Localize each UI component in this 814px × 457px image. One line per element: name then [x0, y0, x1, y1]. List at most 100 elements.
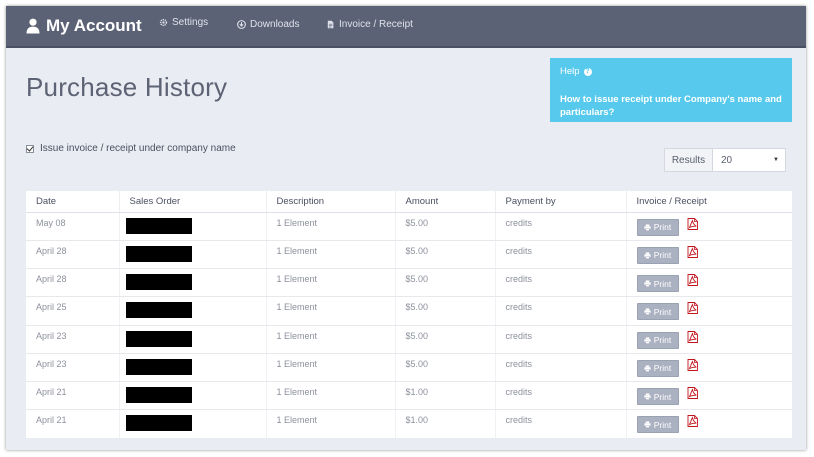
purchase-history-table: Date Sales Order Description Amount Paym… [26, 191, 792, 438]
help-box: Help ? How to issue receipt under Compan… [550, 58, 792, 122]
print-button[interactable]: Print [636, 388, 679, 405]
cell-invoice-receipt: Print [626, 381, 792, 411]
results-per-page: Results 20 ▼ [664, 148, 786, 172]
cell-date: April 28 [26, 240, 120, 270]
cell-invoice-receipt: Print [626, 268, 792, 298]
print-button[interactable]: Print [636, 275, 679, 292]
cell-sales-order [119, 296, 267, 326]
account-window: My Account Settings Downloads Invoice / … [6, 6, 806, 450]
help-link[interactable]: How to issue receipt under Company's nam… [560, 93, 782, 119]
cell-amount: $1.00 [395, 409, 496, 438]
print-button-label: Print [653, 306, 672, 317]
column-header-description: Description [266, 191, 396, 213]
pdf-icon[interactable] [687, 217, 698, 230]
help-header: Help ? [560, 66, 782, 77]
redacted-sales-order [125, 245, 192, 262]
print-icon [644, 223, 651, 231]
pdf-icon[interactable] [687, 302, 698, 315]
nav-item-invoice-receipt[interactable]: Invoice / Receipt [326, 16, 413, 32]
pdf-icon[interactable] [687, 330, 698, 343]
redacted-sales-order [125, 217, 192, 234]
cell-sales-order [119, 268, 267, 298]
cell-amount: $5.00 [395, 296, 496, 326]
cell-date: April 21 [26, 409, 120, 438]
cell-invoice-receipt: Print [626, 240, 792, 270]
pdf-icon[interactable] [687, 387, 698, 399]
print-button[interactable]: Print [636, 303, 679, 321]
print-button[interactable]: Print [636, 359, 679, 377]
print-button-label: Print [653, 419, 672, 430]
company-invoice-option: Issue invoice / receipt under company na… [26, 143, 236, 154]
redacted-sales-order [125, 415, 192, 432]
cell-description: 1 Element [266, 325, 396, 354]
cell-sales-order [119, 212, 267, 241]
table-row: May 08 1 Element $5.00 credits Print [26, 212, 792, 241]
nav-item-label: Downloads [250, 18, 300, 30]
print-button[interactable]: Print [636, 331, 679, 349]
redacted-sales-order [125, 358, 192, 375]
cell-description: 1 Element [266, 240, 396, 270]
print-button-label: Print [653, 278, 672, 289]
cell-sales-order [119, 409, 267, 438]
nav-item-downloads[interactable]: Downloads [237, 16, 299, 32]
help-title: Help [560, 66, 580, 77]
nav-item-label: Invoice / Receipt [339, 18, 413, 30]
cell-amount: $5.00 [395, 353, 496, 383]
cell-description: 1 Element [266, 268, 396, 298]
pdf-icon[interactable] [687, 358, 698, 371]
column-header-amount: Amount [395, 191, 496, 213]
cell-amount: $5.00 [395, 325, 496, 354]
brand[interactable]: My Account [26, 13, 142, 39]
print-button[interactable]: Print [636, 218, 679, 236]
print-button-label: Print [653, 250, 672, 261]
cell-payment: credits [495, 212, 627, 241]
print-icon [644, 280, 651, 287]
print-button-label: Print [653, 335, 672, 345]
pdf-icon[interactable] [687, 245, 698, 258]
cell-description: 1 Element [266, 353, 396, 383]
document-icon [327, 20, 334, 28]
print-icon [644, 308, 651, 316]
cell-description: 1 Element [266, 409, 396, 438]
results-select[interactable]: 20 ▼ [713, 149, 785, 171]
print-icon [644, 421, 651, 429]
brand-label: My Account [46, 16, 142, 35]
download-icon [237, 19, 246, 29]
print-button[interactable]: Print [636, 416, 679, 434]
cell-date: April 23 [26, 325, 120, 354]
company-invoice-label: Issue invoice / receipt under company na… [40, 143, 236, 154]
print-button-label: Print [653, 391, 672, 402]
cell-date: May 08 [26, 212, 120, 241]
print-button[interactable]: Print [636, 246, 679, 264]
cell-description: 1 Element [266, 381, 396, 411]
pdf-icon[interactable] [687, 415, 698, 428]
column-header-sales-order: Sales Order [119, 191, 267, 213]
cell-sales-order [119, 381, 267, 411]
cell-invoice-receipt: Print [626, 410, 792, 438]
caret-down-icon: ▼ [773, 157, 779, 163]
cell-sales-order [119, 325, 267, 354]
table-row: April 25 1 Element $5.00 credits Print [26, 296, 792, 326]
cell-payment: credits [495, 381, 627, 411]
column-header-payment: Payment by [495, 191, 627, 213]
cell-payment: credits [495, 296, 627, 326]
cell-date: April 23 [26, 353, 120, 383]
top-navbar: My Account Settings Downloads Invoice / … [6, 6, 806, 48]
page-title: Purchase History [26, 72, 228, 102]
cell-sales-order [119, 353, 267, 383]
cell-payment: credits [495, 268, 627, 298]
table-row: April 23 1 Element $5.00 credits Print [26, 353, 792, 383]
nav-item-settings[interactable]: Settings [159, 14, 208, 30]
table-row: April 28 1 Element $5.00 credits Print [26, 268, 792, 298]
redacted-sales-order [125, 302, 192, 319]
cell-payment: credits [495, 325, 627, 354]
cell-date: April 21 [26, 381, 120, 411]
cell-invoice-receipt: Print [626, 325, 792, 354]
cell-description: 1 Element [266, 212, 396, 241]
pdf-icon[interactable] [687, 274, 698, 286]
table-row: April 21 1 Element $1.00 credits Print [26, 409, 792, 438]
company-invoice-checkbox[interactable] [26, 144, 34, 153]
print-button-label: Print [653, 222, 672, 232]
results-selected-value: 20 [721, 154, 733, 166]
table-header-row: Date Sales Order Description Amount Paym… [26, 191, 792, 213]
